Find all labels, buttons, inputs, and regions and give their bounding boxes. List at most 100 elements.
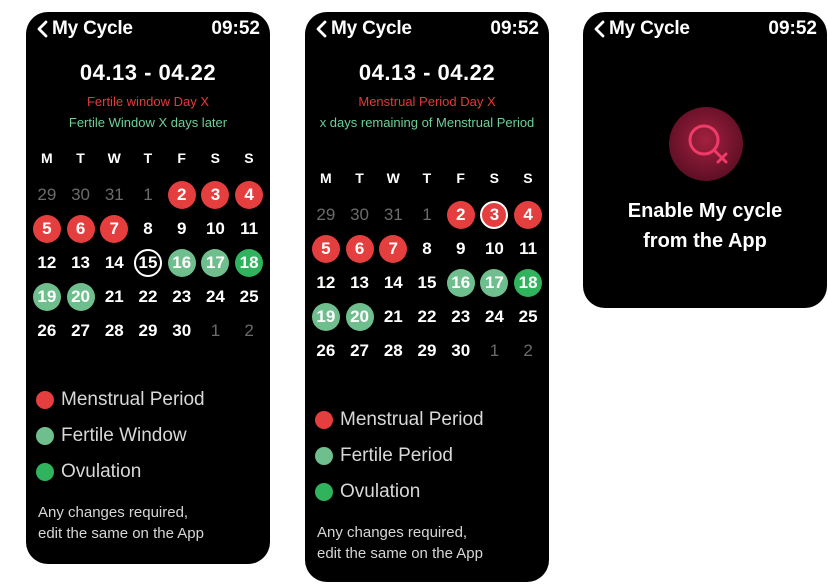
enable-message-line: from the App [643, 230, 767, 252]
calendar-day[interactable]: 27 [343, 334, 377, 368]
calendar-day[interactable]: 19 [30, 280, 64, 314]
back-button[interactable]: My Cycle [593, 18, 690, 40]
calendar-day[interactable]: 31 [376, 198, 410, 232]
weekday-header: MTWTFSS [30, 150, 266, 166]
calendar-day[interactable]: 22 [131, 280, 165, 314]
calendar-day[interactable]: 22 [410, 300, 444, 334]
calendar-day[interactable]: 19 [309, 300, 343, 334]
weekday-label: M [320, 170, 332, 186]
calendar-day[interactable]: 13 [64, 246, 98, 280]
calendar-day-number: 27 [350, 341, 370, 360]
calendar-day[interactable]: 16 [444, 266, 478, 300]
calendar-day[interactable]: 14 [97, 246, 131, 280]
calendar-day[interactable]: 18 [511, 266, 545, 300]
weekday-label: W [386, 170, 400, 186]
calendar-day[interactable]: 20 [64, 280, 98, 314]
calendar-day[interactable]: 8 [410, 232, 444, 266]
calendar-day[interactable]: 30 [444, 334, 478, 368]
clock: 09:52 [490, 18, 539, 39]
calendar-day[interactable]: 20 [343, 300, 377, 334]
legend-label: Ovulation [340, 481, 421, 502]
calendar-day[interactable]: 1 [199, 314, 233, 348]
back-button[interactable]: My Cycle [36, 18, 133, 40]
calendar-day[interactable]: 24 [199, 280, 233, 314]
calendar-day[interactable]: 3 [199, 178, 233, 212]
legend-item: Menstrual Period [315, 402, 545, 438]
calendar-day[interactable]: 29 [410, 334, 444, 368]
legend-item: Ovulation [36, 454, 266, 490]
calendar-day[interactable]: 10 [199, 212, 233, 246]
cycle-info: Fertile Window X days later [68, 115, 228, 130]
calendar-day[interactable]: 30 [165, 314, 199, 348]
calendar-day[interactable]: 27 [64, 314, 98, 348]
calendar-day-number: 7 [379, 235, 408, 263]
calendar-day[interactable]: 17 [199, 246, 233, 280]
calendar-day[interactable]: 15 [410, 266, 444, 300]
calendar-day[interactable]: 6 [64, 212, 98, 246]
calendar-day[interactable]: 26 [309, 334, 343, 368]
calendar-day[interactable]: 21 [376, 300, 410, 334]
calendar-day-number: 29 [37, 185, 57, 204]
calendar-day[interactable]: 3 [478, 198, 512, 232]
status-bar: My Cycle 09:52 [305, 12, 549, 46]
calendar-day[interactable]: 2 [511, 334, 545, 368]
weekday-label: S [244, 150, 254, 166]
calendar-day[interactable]: 9 [165, 212, 199, 246]
calendar-day[interactable]: 7 [97, 212, 131, 246]
calendar-day[interactable]: 28 [376, 334, 410, 368]
calendar-day[interactable]: 10 [478, 232, 512, 266]
calendar-day[interactable]: 2 [165, 178, 199, 212]
calendar-day[interactable]: 24 [478, 300, 512, 334]
calendar-day[interactable]: 1 [410, 198, 444, 232]
legend-label: Fertile Window [61, 425, 187, 446]
calendar-day[interactable]: 11 [232, 212, 266, 246]
calendar-day-number: 9 [176, 219, 187, 238]
calendar-day[interactable]: 2 [444, 198, 478, 232]
back-button[interactable]: My Cycle [315, 18, 412, 40]
calendar-day[interactable]: 30 [343, 198, 377, 232]
calendar-day[interactable]: 4 [511, 198, 545, 232]
calendar-day[interactable]: 7 [376, 232, 410, 266]
calendar-day-number: 20 [66, 283, 95, 311]
legend-dot-icon [315, 447, 333, 465]
legend: Menstrual Period Fertile Period Ovulation [315, 402, 545, 510]
calendar-day[interactable]: 8 [131, 212, 165, 246]
calendar-day-number: 21 [104, 287, 124, 306]
calendar-day[interactable]: 25 [511, 300, 545, 334]
calendar-day[interactable]: 11 [511, 232, 545, 266]
calendar-day[interactable]: 28 [97, 314, 131, 348]
calendar-day[interactable]: 5 [309, 232, 343, 266]
calendar-day[interactable]: 25 [232, 280, 266, 314]
calendar-day[interactable]: 31 [97, 178, 131, 212]
calendar-day-number: 22 [138, 287, 158, 306]
calendar-day[interactable]: 5 [30, 212, 64, 246]
calendar-day[interactable]: 29 [30, 178, 64, 212]
calendar-day[interactable]: 15 [131, 246, 165, 280]
calendar-day[interactable]: 6 [343, 232, 377, 266]
calendar-day[interactable]: 9 [444, 232, 478, 266]
legend-label: Menstrual Period [61, 389, 205, 410]
calendar-day[interactable]: 23 [444, 300, 478, 334]
calendar-day[interactable]: 18 [232, 246, 266, 280]
calendar-day-number: 11 [240, 219, 259, 238]
calendar-day[interactable]: 12 [30, 246, 64, 280]
calendar-day[interactable]: 26 [30, 314, 64, 348]
date-range: 04.13 - 04.22 [358, 60, 496, 85]
calendar-day[interactable]: 13 [343, 266, 377, 300]
calendar-day[interactable]: 1 [131, 178, 165, 212]
calendar-day[interactable]: 29 [131, 314, 165, 348]
calendar-day[interactable]: 14 [376, 266, 410, 300]
calendar-day[interactable]: 2 [232, 314, 266, 348]
calendar-day[interactable]: 12 [309, 266, 343, 300]
calendar-day[interactable]: 21 [97, 280, 131, 314]
calendar-day[interactable]: 29 [309, 198, 343, 232]
calendar-day[interactable]: 4 [232, 178, 266, 212]
calendar-day[interactable]: 1 [478, 334, 512, 368]
calendar-day[interactable]: 23 [165, 280, 199, 314]
calendar-day-number: 18 [235, 249, 264, 277]
footer-note: Any changes required, edit the same on t… [38, 502, 263, 544]
calendar-day[interactable]: 30 [64, 178, 98, 212]
calendar-day-number: 1 [422, 205, 432, 224]
calendar-day[interactable]: 16 [165, 246, 199, 280]
calendar-day[interactable]: 17 [478, 266, 512, 300]
